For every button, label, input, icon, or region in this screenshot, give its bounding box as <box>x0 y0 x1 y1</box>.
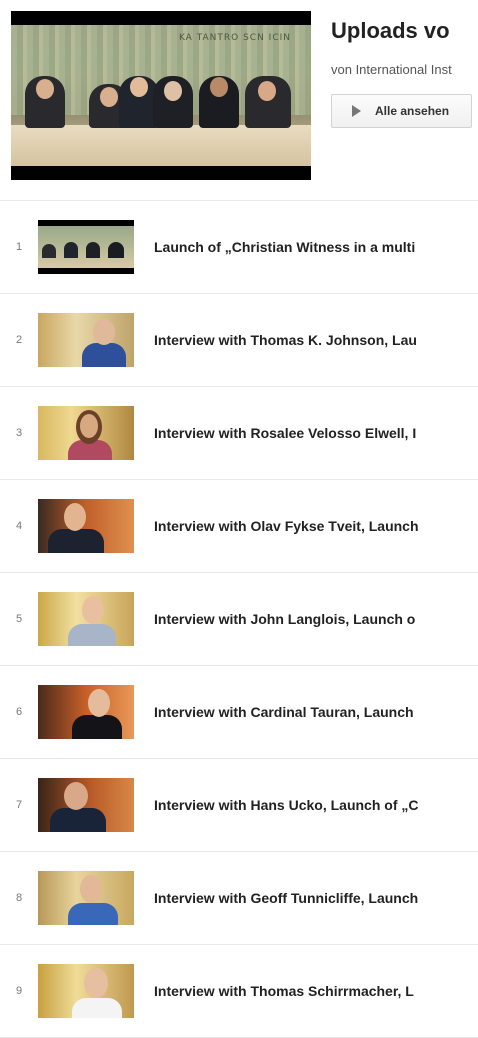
video-title[interactable]: Interview with Hans Ucko, Launch of „C <box>154 759 418 851</box>
video-thumbnail[interactable] <box>38 592 134 646</box>
playlist-header: KA TANTRO SCN ICIN Uploads vo von Intern… <box>0 0 478 201</box>
video-index: 9 <box>15 985 23 997</box>
video-title[interactable]: Interview with Rosalee Velosso Elwell, I <box>154 387 416 479</box>
video-index: 8 <box>15 892 23 904</box>
video-index: 6 <box>15 706 23 718</box>
video-list-item[interactable]: 8 Interview with Geoff Tunnicliffe, Laun… <box>0 852 478 945</box>
play-icon <box>352 105 361 117</box>
video-index: 1 <box>15 241 23 253</box>
video-index: 3 <box>15 427 23 439</box>
video-thumbnail[interactable] <box>38 871 134 925</box>
video-index: 4 <box>15 520 23 532</box>
video-index: 2 <box>15 334 23 346</box>
video-title[interactable]: Interview with Geoff Tunnicliffe, Launch <box>154 852 418 944</box>
video-list-item[interactable]: 9 Interview with Thomas Schirrmacher, L <box>0 945 478 1038</box>
video-list: 1 Launch of „Christian Witness in a mult… <box>0 201 478 1038</box>
video-thumbnail[interactable] <box>38 313 134 367</box>
video-thumbnail[interactable] <box>38 778 134 832</box>
video-thumbnail[interactable] <box>38 499 134 553</box>
video-thumbnail[interactable] <box>38 964 134 1018</box>
video-index: 7 <box>15 799 23 811</box>
video-title[interactable]: Interview with Thomas K. Johnson, Lau <box>154 294 417 386</box>
play-all-button[interactable]: Alle ansehen <box>331 94 473 128</box>
video-list-item[interactable]: 1 Launch of „Christian Witness in a mult… <box>0 201 478 294</box>
video-list-item[interactable]: 6 Interview with Cardinal Tauran, Launch <box>0 666 478 759</box>
video-thumbnail[interactable] <box>38 220 134 274</box>
video-list-item[interactable]: 4 Interview with Olav Fykse Tveit, Launc… <box>0 480 478 573</box>
video-title[interactable]: Interview with Cardinal Tauran, Launch <box>154 666 414 758</box>
video-title[interactable]: Interview with Thomas Schirrmacher, L <box>154 945 414 1037</box>
play-all-label: Alle ansehen <box>375 104 450 118</box>
channel-byline[interactable]: von International Inst <box>331 62 452 77</box>
video-list-item[interactable]: 7 Interview with Hans Ucko, Launch of „C <box>0 759 478 852</box>
video-title[interactable]: Launch of „Christian Witness in a multi <box>154 201 415 293</box>
video-list-item[interactable]: 2 Interview with Thomas K. Johnson, Lau <box>0 294 478 387</box>
video-thumbnail[interactable] <box>38 406 134 460</box>
thumbnail-image: KA TANTRO SCN ICIN <box>11 25 311 166</box>
playlist-title: Uploads vo <box>331 18 450 43</box>
video-title[interactable]: Interview with Olav Fykse Tveit, Launch <box>154 480 419 572</box>
video-thumbnail[interactable] <box>38 685 134 739</box>
video-list-item[interactable]: 3 Interview with Rosalee Velosso Elwell,… <box>0 387 478 480</box>
video-index: 5 <box>15 613 23 625</box>
playlist-thumbnail[interactable]: KA TANTRO SCN ICIN <box>11 11 311 180</box>
video-list-item[interactable]: 5 Interview with John Langlois, Launch o <box>0 573 478 666</box>
video-title[interactable]: Interview with John Langlois, Launch o <box>154 573 415 665</box>
